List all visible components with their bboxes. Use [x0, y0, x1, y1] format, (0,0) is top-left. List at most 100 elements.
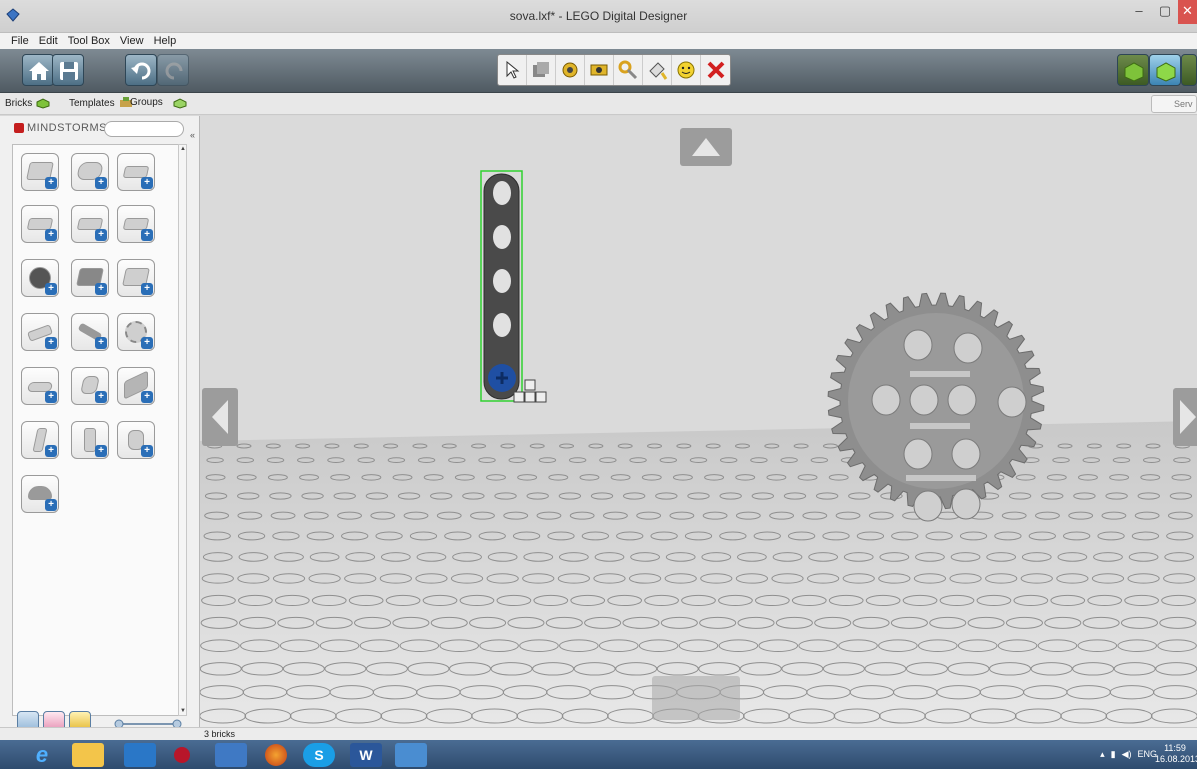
brick-category-motors[interactable]: +	[71, 259, 109, 297]
brick-category-bushings[interactable]: +	[71, 367, 109, 405]
mode-view-button[interactable]	[1149, 54, 1181, 86]
file-explorer-icon[interactable]	[72, 743, 104, 767]
word-icon[interactable]: W	[350, 743, 382, 767]
brick-category-wheels[interactable]: +	[21, 259, 59, 297]
green-brick-icon	[1124, 62, 1144, 82]
green-brick-icon	[36, 98, 50, 109]
system-tray: ▴ ▮ ◀) ENG	[1100, 749, 1157, 760]
mode-build-button[interactable]	[1117, 54, 1149, 86]
expand-plus-icon: +	[45, 177, 57, 189]
brick-category-plates[interactable]: +	[21, 205, 59, 243]
maximize-button[interactable]: ▢	[1152, 0, 1178, 24]
brick-category-round[interactable]: +	[71, 153, 109, 191]
rotate-down-arrow[interactable]	[652, 676, 740, 720]
brick-category-pneumatics[interactable]: +	[21, 421, 59, 459]
palette-search-input[interactable]	[104, 121, 184, 137]
lego-digital-designer-taskbar-icon[interactable]	[395, 743, 427, 767]
expand-plus-icon: +	[45, 499, 57, 511]
select-tool[interactable]	[498, 55, 527, 85]
expand-plus-icon: +	[45, 229, 57, 241]
technic-beam-brick[interactable]	[480, 170, 523, 402]
brick-category-gears[interactable]: +	[117, 313, 155, 351]
brick-category-heads[interactable]: +	[117, 421, 155, 459]
clone-tool[interactable]	[527, 55, 556, 85]
clock[interactable]: 11:59 16.08.2013	[1155, 743, 1197, 765]
hinge-align-tool[interactable]	[585, 55, 614, 85]
scroll-down-icon[interactable]: ▼	[180, 708, 186, 714]
expand-plus-icon: +	[45, 391, 57, 403]
rotate-left-arrow[interactable]	[202, 388, 238, 446]
undo-icon	[131, 62, 151, 80]
expand-plus-icon: +	[45, 337, 57, 349]
brick-category-long[interactable]: +	[117, 153, 155, 191]
network-icon[interactable]: ▮	[1111, 749, 1116, 760]
tool-group	[497, 54, 731, 86]
brick-category-sensors[interactable]: +	[117, 259, 155, 297]
app-window-icon[interactable]	[215, 743, 247, 767]
expand-plus-icon: +	[95, 337, 107, 349]
tray-expand-icon[interactable]: ▴	[1100, 749, 1105, 760]
remote-desktop-icon[interactable]	[124, 743, 156, 767]
palette-scrollbar[interactable]: ▲ ▼	[178, 144, 187, 716]
skype-icon[interactable]: S	[303, 743, 335, 767]
scene-canvas[interactable]	[200, 116, 1197, 727]
hinge-align-icon	[590, 64, 608, 76]
minimize-button[interactable]: –	[1126, 0, 1152, 24]
undo-button[interactable]	[125, 54, 157, 86]
menu-toolbox[interactable]: Tool Box	[63, 33, 115, 49]
decoration-tool[interactable]	[672, 55, 701, 85]
expand-plus-icon: +	[141, 391, 153, 403]
lego-logo	[14, 123, 24, 133]
minifig-head-icon	[677, 61, 695, 79]
collapse-panel-icon[interactable]: «	[190, 130, 195, 140]
menu-help[interactable]: Help	[149, 33, 182, 49]
paint-tool[interactable]	[643, 55, 672, 85]
brick-category-minifigures[interactable]: +	[71, 421, 109, 459]
app-red-icon[interactable]	[170, 743, 194, 767]
brick-category-connectors[interactable]: +	[21, 367, 59, 405]
close-button[interactable]: ✕	[1178, 0, 1197, 24]
menu-view[interactable]: View	[115, 33, 149, 49]
flex-tool[interactable]	[614, 55, 643, 85]
menu-bar: File Edit Tool Box View Help	[0, 33, 1197, 49]
mode-instructions-button[interactable]	[1181, 54, 1197, 86]
brick-category-bricks[interactable]: +	[21, 153, 59, 191]
delete-x-icon	[707, 61, 724, 79]
internet-explorer-icon[interactable]: e	[26, 742, 58, 767]
palette-tabbar: Bricks Templates Groups Serv	[0, 93, 1197, 115]
cursor-icon	[506, 61, 520, 79]
expand-plus-icon: +	[95, 283, 107, 295]
clone-icon	[533, 62, 549, 77]
windows-taskbar: e S W ▴ ▮ ◀) ENG 11:59 16.08.2013	[0, 740, 1197, 769]
brick-category-panels[interactable]: +	[117, 367, 155, 405]
brick-category-hats[interactable]: +	[21, 475, 59, 513]
tab-templates[interactable]: Templates	[69, 97, 133, 109]
menu-edit[interactable]: Edit	[34, 33, 63, 49]
brick-category-special-plates[interactable]: +	[117, 205, 155, 243]
status-bar-left	[0, 727, 200, 740]
scroll-up-icon[interactable]: ▲	[180, 146, 186, 152]
rotate-right-arrow[interactable]	[1173, 388, 1197, 446]
volume-icon[interactable]: ◀)	[1122, 749, 1132, 760]
green-brick-icon	[1156, 62, 1176, 82]
status-bar: 3 bricks	[200, 727, 1197, 740]
tab-groups[interactable]: Groups	[130, 97, 163, 108]
delete-tool[interactable]	[701, 55, 730, 85]
brick-category-axles[interactable]: +	[71, 313, 109, 351]
tab-groups-label: Groups	[130, 97, 163, 108]
brick-category-slopes[interactable]: +	[71, 205, 109, 243]
expand-plus-icon: +	[95, 391, 107, 403]
brick-category-technic-beams[interactable]: +	[21, 313, 59, 351]
tab-bricks[interactable]: Bricks	[5, 97, 50, 109]
redo-button[interactable]	[157, 54, 189, 86]
firefox-icon[interactable]	[260, 743, 292, 767]
menu-file[interactable]: File	[6, 33, 34, 49]
save-button[interactable]	[52, 54, 84, 86]
rotate-up-arrow[interactable]	[680, 128, 732, 166]
home-button[interactable]	[22, 54, 54, 86]
hinge-tool[interactable]	[556, 55, 585, 85]
3d-viewport[interactable]	[200, 116, 1197, 727]
expand-plus-icon: +	[141, 177, 153, 189]
server-button[interactable]: Serv	[1151, 95, 1197, 113]
expand-plus-icon: +	[45, 283, 57, 295]
